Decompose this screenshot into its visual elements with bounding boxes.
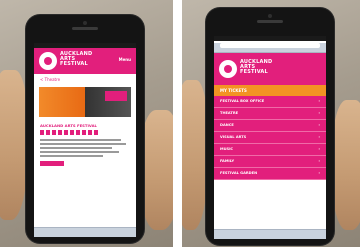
- text-line: [40, 155, 103, 157]
- chevron-right-icon: ›: [318, 111, 320, 115]
- menu-button[interactable]: Menu: [119, 57, 131, 62]
- nav-item-label: VISUAL ARTS: [220, 135, 247, 139]
- nav-item-label: DANCE: [220, 123, 234, 127]
- brand-text: AUCKLAND ARTS FESTIVAL: [60, 52, 92, 67]
- chevron-right-icon: ›: [318, 171, 320, 175]
- speaker-grille: [257, 20, 283, 23]
- hand-left-thumb: [140, 110, 173, 230]
- text-line: [40, 139, 121, 141]
- body-text-lines: [40, 139, 130, 157]
- nav-item-label: FESTIVAL BOX OFFICE: [220, 99, 265, 103]
- screen-left[interactable]: AUCKLAND ARTS FESTIVAL Menu < Theatre AU…: [34, 43, 136, 237]
- chevron-right-icon: ›: [318, 123, 320, 127]
- nav-menu: FESTIVAL BOX OFFICE › THEATRE › DANCE › VIS…: [214, 96, 326, 180]
- festival-logo-icon[interactable]: [39, 52, 57, 70]
- hand-right-thumb: [332, 100, 360, 230]
- left-photo: AUCKLAND ARTS FESTIVAL Menu < Theatre AU…: [0, 0, 173, 247]
- text-line: [40, 143, 126, 145]
- brand-text: AUCKLAND ARTS FESTIVAL: [240, 60, 272, 75]
- text-line: [40, 147, 112, 149]
- hand-left-fingers: [0, 70, 28, 220]
- chevron-right-icon: ›: [318, 99, 320, 103]
- nav-item-family[interactable]: FAMILY ›: [214, 156, 326, 168]
- phone-right: AUCKLAND ARTS FESTIVAL MY TICKETS FESTIV…: [206, 8, 334, 245]
- book-button[interactable]: [40, 161, 64, 166]
- photo-pair: AUCKLAND ARTS FESTIVAL Menu < Theatre AU…: [0, 0, 360, 247]
- chevron-right-icon: ›: [318, 159, 320, 163]
- camera-icon: [83, 21, 87, 25]
- brand-line-3: FESTIVAL: [60, 61, 88, 67]
- brand-line-3: FESTIVAL: [240, 69, 268, 75]
- nav-item-label: MUSIC: [220, 147, 234, 151]
- nav-item-music[interactable]: MUSIC ›: [214, 144, 326, 156]
- phone-left: AUCKLAND ARTS FESTIVAL Menu < Theatre AU…: [26, 15, 144, 243]
- section-heading: AUCKLAND ARTS FESTIVAL: [40, 123, 97, 128]
- nav-item-festival-garden[interactable]: FESTIVAL GARDEN ›: [214, 168, 326, 180]
- text-line: [40, 151, 120, 153]
- nav-item-label: FAMILY: [220, 159, 235, 163]
- camera-icon: [268, 14, 272, 18]
- right-photo: AUCKLAND ARTS FESTIVAL MY TICKETS FESTIV…: [182, 0, 360, 247]
- banner-tag: [105, 91, 127, 101]
- site-header: AUCKLAND ARTS FESTIVAL: [214, 53, 326, 85]
- festival-logo-icon[interactable]: [219, 60, 237, 78]
- screen-right[interactable]: AUCKLAND ARTS FESTIVAL MY TICKETS FESTIV…: [214, 36, 326, 239]
- url-bar[interactable]: [214, 43, 326, 53]
- browser-toolbar[interactable]: [34, 227, 136, 237]
- url-field[interactable]: [220, 43, 320, 48]
- my-tickets-item[interactable]: MY TICKETS: [214, 85, 326, 96]
- nav-item-label: THEATRE: [220, 111, 239, 115]
- back-link[interactable]: < Theatre: [34, 74, 136, 85]
- nav-item-theatre[interactable]: THEATRE ›: [214, 108, 326, 120]
- rating-stars: [40, 130, 100, 135]
- site-header: AUCKLAND ARTS FESTIVAL Menu: [34, 48, 136, 74]
- nav-item-visual-arts[interactable]: VISUAL ARTS ›: [214, 132, 326, 144]
- nav-item-box-office[interactable]: FESTIVAL BOX OFFICE ›: [214, 96, 326, 108]
- nav-item-label: FESTIVAL GARDEN: [220, 171, 258, 175]
- chevron-right-icon: ›: [318, 135, 320, 139]
- chevron-right-icon: ›: [318, 147, 320, 151]
- hand-right-fingers: [182, 80, 208, 230]
- browser-toolbar[interactable]: [214, 229, 326, 239]
- nav-item-dance[interactable]: DANCE ›: [214, 120, 326, 132]
- event-banner-image[interactable]: [39, 87, 131, 117]
- speaker-grille: [72, 27, 98, 30]
- status-bar: [214, 36, 326, 41]
